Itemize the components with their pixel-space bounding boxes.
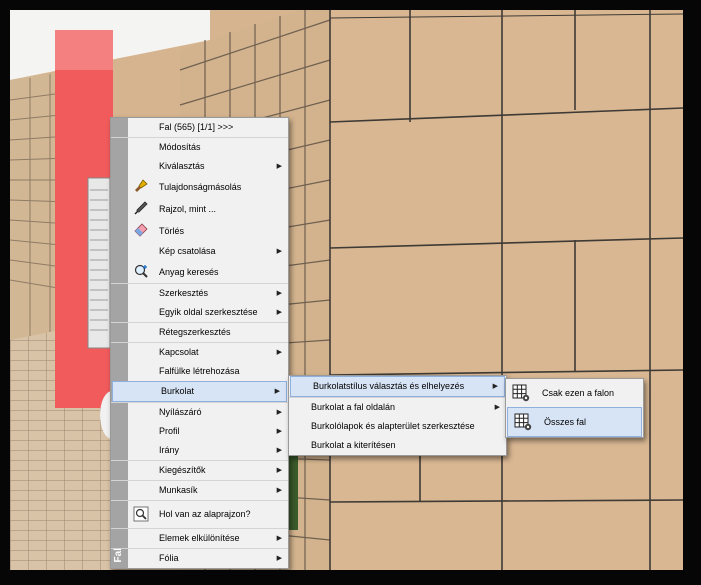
tile-grid-icon <box>514 413 532 431</box>
menu-item-label: Kapcsolat <box>159 347 199 357</box>
menu-item-label: Összes fal <box>544 417 587 427</box>
submenu-arrow-icon: ▶ <box>276 248 282 255</box>
menu-item-label: Burkolatstílus választás és elhelyezés <box>313 381 465 391</box>
menu-item-anyag-kereses[interactable]: Anyag keresés <box>111 261 288 283</box>
menu-item-label: Burkolat <box>161 386 195 396</box>
find-on-plan-icon <box>133 506 149 522</box>
menu-item-falfulke-letrehozasa[interactable]: Falfülke létrehozása <box>111 362 288 381</box>
menu-item-munkasik[interactable]: Munkasík ▶ <box>111 480 288 500</box>
menu-item-label: Irány <box>159 445 180 455</box>
submenu-arrow-icon: ▶ <box>276 467 282 474</box>
menu-item-hol-van-az-alaprajzon[interactable]: Hol van az alaprajzon? <box>111 500 288 528</box>
submenu-arrow-icon: ▶ <box>274 388 280 395</box>
magnifier-icon <box>134 264 148 278</box>
stilus-submenu: Csak ezen a falon Összes fal <box>505 378 644 438</box>
menu-item-label: Burkolat a kiterítésen <box>311 440 396 450</box>
menu-item-retegszerkesztes[interactable]: Rétegszerkesztés <box>111 322 288 342</box>
menu-item-kapcsolat[interactable]: Kapcsolat ▶ <box>111 342 288 362</box>
menu-item-irany[interactable]: Irány ▶ <box>111 441 288 460</box>
menu-item-kivalasztas[interactable]: Kiválasztás ▶ <box>111 157 288 176</box>
menu-item-kiegeszitok[interactable]: Kiegészítők ▶ <box>111 460 288 480</box>
menu-item-burkolat-a-fal-oldalan[interactable]: Burkolat a fal oldalán ▶ <box>289 397 506 417</box>
submenu-arrow-icon: ▶ <box>494 404 500 411</box>
menu-item-label: Fólia <box>159 553 179 563</box>
menu-item-label: Módosítás <box>159 142 201 152</box>
menu-item-label: Hol van az alaprajzon? <box>159 509 251 519</box>
menu-item-label: Fal (565) [1/1] >>> <box>159 122 234 132</box>
menu-item-label: Kiegészítők <box>159 465 206 475</box>
menu-item-rajzol-mint[interactable]: Rajzol, mint ... <box>111 198 288 220</box>
menu-item-fal-header[interactable]: Fal (565) [1/1] >>> <box>111 118 288 137</box>
menu-item-burkolat-a-kiteritesen[interactable]: Burkolat a kiterítésen <box>289 436 506 455</box>
menu-item-szerkesztes[interactable]: Szerkesztés ▶ <box>111 283 288 303</box>
menu-item-osszes-fal[interactable]: Összes fal <box>507 407 642 437</box>
menu-item-label: Törlés <box>159 226 185 236</box>
submenu-arrow-icon: ▶ <box>276 447 282 454</box>
menu-item-label: Falfülke létrehozása <box>159 366 240 376</box>
submenu-arrow-icon: ▶ <box>276 487 282 494</box>
menu-item-label: Tulajdonságmásolás <box>159 182 242 192</box>
menu-item-elemek-elkulonitese[interactable]: Elemek elkülönítése ▶ <box>111 528 288 548</box>
eraser-icon <box>134 223 148 237</box>
submenu-arrow-icon: ▶ <box>276 535 282 542</box>
menu-item-label: Szerkesztés <box>159 288 209 298</box>
menu-item-burkolat[interactable]: Burkolat ▶ <box>112 381 287 402</box>
eyedropper-icon <box>134 201 148 215</box>
menu-item-torles[interactable]: Törlés <box>111 220 288 242</box>
menu-item-modositas[interactable]: Módosítás <box>111 137 288 157</box>
menu-item-label: Munkasík <box>159 485 198 495</box>
brush-icon <box>135 179 148 192</box>
submenu-arrow-icon: ▶ <box>276 428 282 435</box>
menu-item-egyik-oldal-szerkesztese[interactable]: Egyik oldal szerkesztése ▶ <box>111 303 288 322</box>
menu-item-label: Kiválasztás <box>159 161 205 171</box>
menu-item-profil[interactable]: Profil ▶ <box>111 422 288 441</box>
submenu-arrow-icon: ▶ <box>276 409 282 416</box>
tile-grid-icon <box>512 384 530 402</box>
menu-item-label: Nyílászáró <box>159 407 202 417</box>
menu-item-label: Elemek elkülönítése <box>159 533 240 543</box>
menu-item-burkololapok-szerkesztese[interactable]: Burkolólapok és alapterület szerkesztése <box>289 417 506 436</box>
submenu-arrow-icon: ▶ <box>276 163 282 170</box>
menu-item-nyilaszaro[interactable]: Nyílászáró ▶ <box>111 402 288 422</box>
menu-item-folia[interactable]: Fólia ▶ <box>111 548 288 568</box>
burkolat-submenu: Burkolatstílus választás és elhelyezés ▶ … <box>288 375 507 456</box>
submenu-arrow-icon: ▶ <box>492 383 498 390</box>
window-frame <box>0 0 701 585</box>
menu-item-kep-csatolasa[interactable]: Kép csatolása ▶ <box>111 242 288 261</box>
menu-item-label: Csak ezen a falon <box>542 388 615 398</box>
menu-item-csak-ezen-a-falon[interactable]: Csak ezen a falon <box>506 379 643 407</box>
menu-item-label: Burkolat a fal oldalán <box>311 402 396 412</box>
submenu-arrow-icon: ▶ <box>276 349 282 356</box>
menu-item-label: Rétegszerkesztés <box>159 327 231 337</box>
submenu-arrow-icon: ▶ <box>276 290 282 297</box>
menu-item-label: Rajzol, mint ... <box>159 204 217 214</box>
menu-item-label: Kép csatolása <box>159 246 216 256</box>
menu-item-label: Anyag keresés <box>159 267 219 277</box>
menu-item-label: Burkolólapok és alapterület szerkesztése <box>311 421 475 431</box>
menu-item-burkolatstilus-valasztas[interactable]: Burkolatstílus választás és elhelyezés ▶ <box>290 376 505 397</box>
submenu-arrow-icon: ▶ <box>276 555 282 562</box>
menu-item-label: Profil <box>159 426 180 436</box>
submenu-arrow-icon: ▶ <box>276 309 282 316</box>
menu-item-tulajdonsagmasolas[interactable]: Tulajdonságmásolás <box>111 176 288 198</box>
context-menu: Fal Fal (565) [1/1] >>> Módosítás Kivála… <box>110 117 289 569</box>
menu-item-label: Egyik oldal szerkesztése <box>159 307 258 317</box>
